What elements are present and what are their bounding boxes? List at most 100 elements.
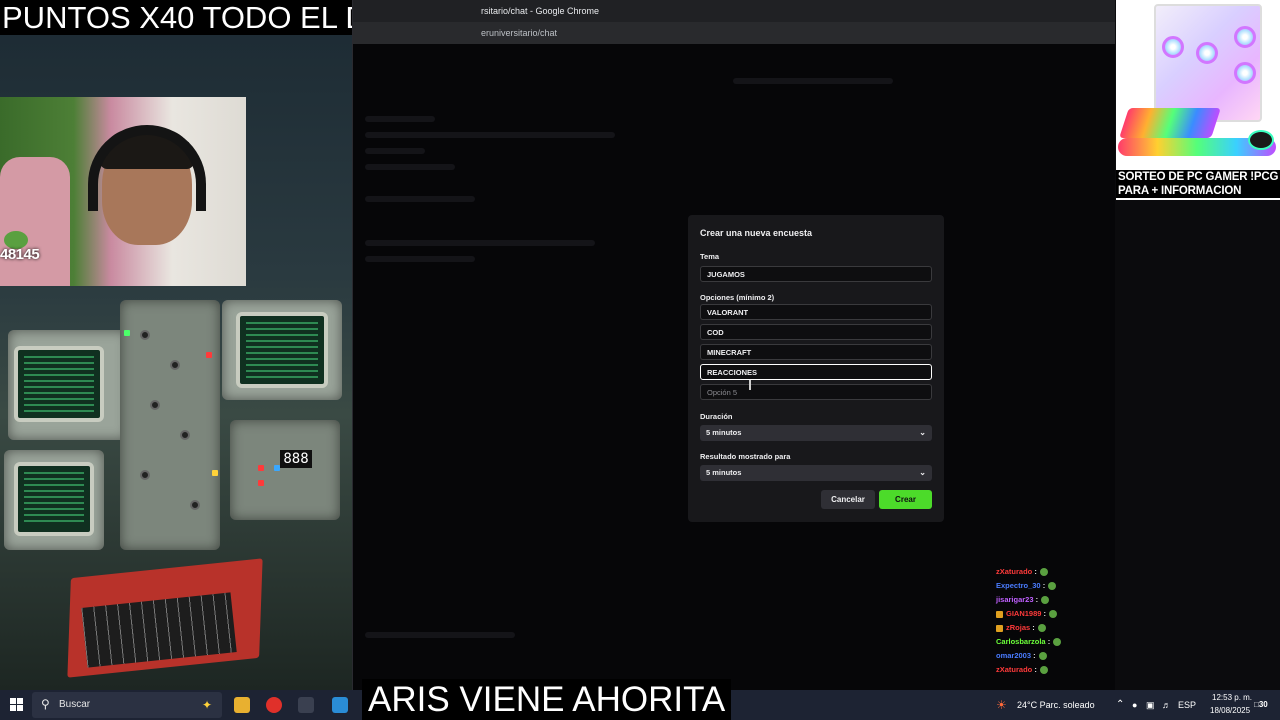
fan-icon bbox=[1162, 36, 1184, 58]
chat-username[interactable]: jisarigar23 bbox=[996, 595, 1034, 604]
create-poll-modal: Crear una nueva encuesta Tema Opciones (… bbox=[688, 215, 944, 522]
chat-message: Carlosbarzola : bbox=[996, 635, 1116, 649]
led-light bbox=[258, 465, 264, 471]
crt-screen bbox=[236, 312, 328, 388]
option-4-input[interactable] bbox=[700, 364, 932, 380]
chat-message: zXaturado : bbox=[996, 663, 1116, 677]
fan-icon bbox=[1234, 62, 1256, 84]
led-light bbox=[258, 480, 264, 486]
chat-message: GIAN1989 : bbox=[996, 607, 1116, 621]
chat-separator: : bbox=[1031, 651, 1036, 660]
placeholder-line bbox=[365, 632, 515, 638]
results-select[interactable]: 5 minutos ⌄ bbox=[700, 465, 932, 481]
app-icon[interactable] bbox=[298, 697, 314, 713]
clock-date[interactable]: 18/08/2025 bbox=[1210, 696, 1250, 720]
microphone-icon[interactable]: ● bbox=[1132, 690, 1137, 720]
placeholder-line bbox=[365, 256, 475, 262]
chat-separator: : bbox=[1032, 567, 1037, 576]
chat-message: omar2003 : bbox=[996, 649, 1116, 663]
option-2-input[interactable] bbox=[700, 324, 932, 340]
network-icon[interactable]: ▣ bbox=[1146, 690, 1155, 720]
chat-username[interactable]: zXaturado bbox=[996, 567, 1032, 576]
browser-titlebar: rsitario/chat - Google Chrome bbox=[353, 0, 1115, 22]
window-title: rsitario/chat - Google Chrome bbox=[481, 6, 600, 16]
chevron-down-icon: ⌄ bbox=[919, 428, 926, 437]
emote-icon bbox=[1049, 610, 1058, 619]
create-button[interactable]: Crear bbox=[879, 490, 932, 509]
chevron-up-icon[interactable]: ⌃ bbox=[1116, 690, 1124, 720]
chat-message: zRojas : bbox=[996, 621, 1116, 635]
topic-label: Tema bbox=[700, 252, 720, 261]
results-label: Resultado mostrado para bbox=[700, 452, 791, 461]
placeholder-line bbox=[365, 116, 435, 122]
emote-icon bbox=[1041, 596, 1050, 605]
emote-icon bbox=[1038, 652, 1047, 661]
duration-label: Duración bbox=[700, 412, 733, 421]
chat-username[interactable]: zXaturado bbox=[996, 665, 1032, 674]
bottom-caption: ARIS VIENE AHORITA bbox=[362, 679, 732, 720]
chat-separator: : bbox=[1032, 665, 1037, 674]
knob bbox=[180, 430, 190, 440]
topic-input[interactable] bbox=[700, 266, 932, 282]
chat-separator: : bbox=[1030, 623, 1035, 632]
fan-icon bbox=[1196, 42, 1218, 64]
fan-icon bbox=[1234, 26, 1256, 48]
emote-icon bbox=[1039, 568, 1048, 577]
placeholder-line bbox=[365, 164, 455, 170]
pc-case-image bbox=[1154, 4, 1262, 122]
chat-message: zXaturado : bbox=[996, 565, 1116, 579]
knob bbox=[140, 470, 150, 480]
emote-icon bbox=[1039, 666, 1048, 675]
subscriber-badge-icon bbox=[996, 624, 1003, 632]
system-tray: ☀ 24°C Parc. soleado ⌃ ● ▣ ♬ ESP 12:53 p… bbox=[990, 690, 1280, 720]
sparkle-icon: ✦ bbox=[201, 698, 212, 712]
placeholder-line bbox=[365, 148, 425, 154]
chat-overlay: zXaturado : Expectro_30 : jisarigar23 : GIA… bbox=[996, 565, 1116, 677]
option-5-input[interactable] bbox=[700, 384, 932, 400]
knob bbox=[170, 360, 180, 370]
headset bbox=[88, 125, 206, 211]
option-3-input[interactable] bbox=[700, 344, 932, 360]
notifications-icon[interactable]: □30 bbox=[1254, 690, 1268, 720]
weather-text[interactable]: 24°C Parc. soleado bbox=[1017, 690, 1095, 720]
placeholder-line bbox=[365, 132, 615, 138]
duration-select[interactable]: 5 minutos ⌄ bbox=[700, 425, 932, 441]
emote-icon bbox=[1048, 582, 1057, 591]
search-placeholder: Buscar bbox=[59, 699, 91, 710]
app-icon[interactable] bbox=[332, 697, 348, 713]
chat-separator: : bbox=[1041, 609, 1047, 618]
gaming-chair bbox=[0, 157, 70, 286]
chat-username[interactable]: Expectro_30 bbox=[996, 581, 1041, 590]
taskbar-search[interactable]: ⚲ Buscar ✦ bbox=[32, 692, 222, 718]
text-cursor-icon bbox=[749, 380, 751, 390]
gaming-mouse bbox=[1248, 130, 1274, 150]
control-panel bbox=[120, 300, 220, 550]
chat-separator: : bbox=[1045, 637, 1051, 646]
chat-separator: : bbox=[1040, 581, 1046, 590]
knob bbox=[150, 400, 160, 410]
file-explorer-icon[interactable] bbox=[234, 697, 250, 713]
windows-start-icon[interactable] bbox=[10, 698, 24, 712]
control-panel bbox=[230, 420, 340, 520]
cancel-button[interactable]: Cancelar bbox=[821, 490, 875, 509]
subscriber-badge-icon bbox=[996, 610, 1003, 618]
modal-title: Crear una nueva encuesta bbox=[700, 228, 813, 238]
option-1-input[interactable] bbox=[700, 304, 932, 320]
volume-icon[interactable]: ♬ bbox=[1162, 690, 1171, 720]
chat-username[interactable]: zRojas bbox=[1006, 623, 1030, 632]
seven-segment-display: 888 bbox=[280, 450, 312, 468]
results-value: 5 minutos bbox=[706, 468, 742, 477]
language-indicator[interactable]: ESP bbox=[1178, 690, 1196, 720]
stream-frame: 888 48145 PUNTOS X40 TODO EL DIRECTO rsi… bbox=[0, 0, 1280, 720]
led-light bbox=[206, 352, 212, 358]
opera-browser-icon[interactable] bbox=[266, 697, 282, 713]
address-bar[interactable]: eruniversitario/chat bbox=[353, 22, 1115, 44]
chat-separator: : bbox=[1033, 595, 1039, 604]
knob bbox=[140, 330, 150, 340]
chat-username[interactable]: Carlosbarzola bbox=[996, 637, 1046, 646]
emote-icon bbox=[1037, 624, 1046, 633]
chat-username[interactable]: GIAN1989 bbox=[1006, 609, 1041, 618]
notification-count: 30 bbox=[1258, 700, 1268, 709]
options-label: Opciones (mínimo 2) bbox=[700, 293, 775, 302]
chat-username[interactable]: omar2003 bbox=[996, 651, 1031, 660]
